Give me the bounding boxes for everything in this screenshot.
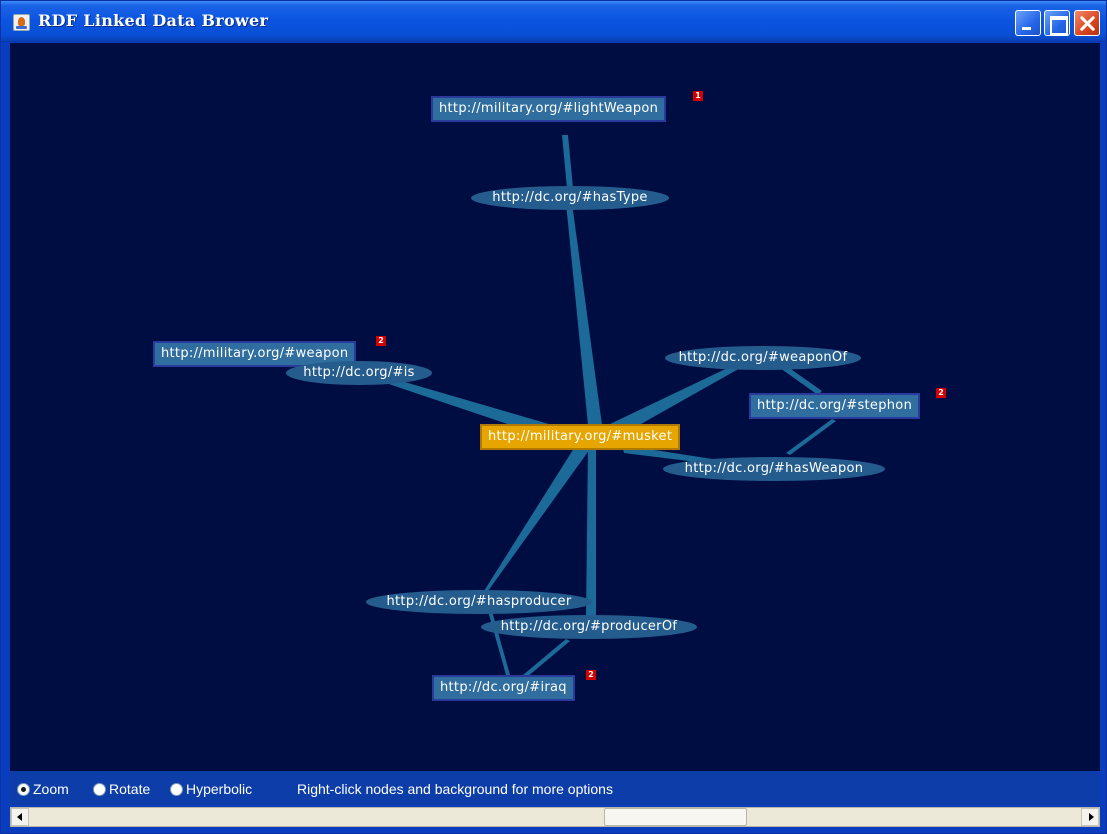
radio-label: Rotate bbox=[109, 781, 151, 797]
radio-unselected-icon[interactable] bbox=[170, 783, 183, 796]
node-label: http://dc.org/#stephon bbox=[757, 398, 913, 413]
graph-edges bbox=[290, 135, 836, 677]
node-producerof[interactable]: http://dc.org/#producerOf bbox=[481, 615, 697, 639]
app-window: RDF Linked Data Brower http://military.o… bbox=[0, 0, 1107, 834]
badge-iraq: 2 bbox=[586, 670, 596, 680]
node-label: http://military.org/#weapon bbox=[161, 346, 349, 361]
node-lightweapon[interactable]: http://military.org/#lightWeapon bbox=[431, 96, 667, 122]
radio-zoom[interactable]: Zoom bbox=[17, 781, 69, 797]
node-label: http://dc.org/#is bbox=[303, 365, 415, 380]
radio-label: Hyperbolic bbox=[186, 781, 253, 797]
node-hasweapon[interactable]: http://dc.org/#hasWeapon bbox=[663, 457, 885, 481]
badge-stephon: 2 bbox=[936, 388, 946, 398]
status-bar: Zoom Rotate Hyperbolic Right-click nodes… bbox=[10, 771, 1100, 805]
node-label: http://dc.org/#iraq bbox=[440, 680, 567, 695]
node-iraq[interactable]: http://dc.org/#iraq bbox=[432, 675, 575, 701]
graph-canvas[interactable]: http://military.org/#lightWeapon 1 http:… bbox=[10, 43, 1100, 771]
node-label: http://dc.org/#hasType bbox=[492, 190, 648, 205]
badge-weapon: 2 bbox=[376, 336, 386, 346]
radio-label: Zoom bbox=[33, 781, 69, 797]
node-musket-focus[interactable]: http://military.org/#musket bbox=[480, 424, 681, 450]
scroll-left-icon[interactable] bbox=[11, 808, 29, 826]
node-label: http://military.org/#musket bbox=[488, 429, 673, 444]
node-label: http://dc.org/#weaponOf bbox=[678, 350, 848, 365]
edge-stephon-hasweapon bbox=[786, 419, 836, 455]
edge-hastype-musket bbox=[566, 203, 602, 425]
node-hasproducer[interactable]: http://dc.org/#hasproducer bbox=[366, 590, 592, 614]
minimize-button[interactable] bbox=[1015, 10, 1041, 36]
node-label: http://dc.org/#hasproducer bbox=[386, 594, 572, 609]
radio-hyperbolic[interactable]: Hyperbolic bbox=[170, 781, 252, 797]
node-label: http://military.org/#lightWeapon bbox=[439, 101, 659, 116]
node-stephon[interactable]: http://dc.org/#stephon bbox=[749, 393, 921, 419]
java-app-icon[interactable] bbox=[13, 14, 30, 31]
node-weaponof[interactable]: http://dc.org/#weaponOf bbox=[665, 346, 861, 370]
window-title: RDF Linked Data Brower bbox=[38, 11, 269, 30]
radio-rotate[interactable]: Rotate bbox=[93, 781, 150, 797]
scroll-right-icon[interactable] bbox=[1081, 808, 1099, 826]
radio-unselected-icon[interactable] bbox=[93, 783, 106, 796]
usage-hint: Right-click nodes and background for mor… bbox=[297, 781, 613, 797]
maximize-button[interactable] bbox=[1044, 10, 1070, 36]
node-is[interactable]: http://dc.org/#is bbox=[286, 361, 432, 385]
title-bar[interactable]: RDF Linked Data Brower bbox=[1, 1, 1106, 42]
badge-lightweapon: 1 bbox=[693, 91, 703, 101]
node-hastype[interactable]: http://dc.org/#hasType bbox=[471, 186, 669, 210]
close-button[interactable] bbox=[1074, 10, 1100, 36]
node-label: http://dc.org/#hasWeapon bbox=[684, 461, 864, 476]
edge-producerof-musket bbox=[586, 447, 596, 617]
edge-iraq-producerof bbox=[523, 639, 570, 677]
edge-musket-hasproducer bbox=[484, 445, 590, 591]
node-label: http://dc.org/#producerOf bbox=[500, 619, 678, 634]
radio-selected-icon[interactable] bbox=[17, 783, 30, 796]
scrollbar-thumb[interactable] bbox=[604, 808, 747, 826]
horizontal-scrollbar[interactable] bbox=[10, 807, 1100, 827]
